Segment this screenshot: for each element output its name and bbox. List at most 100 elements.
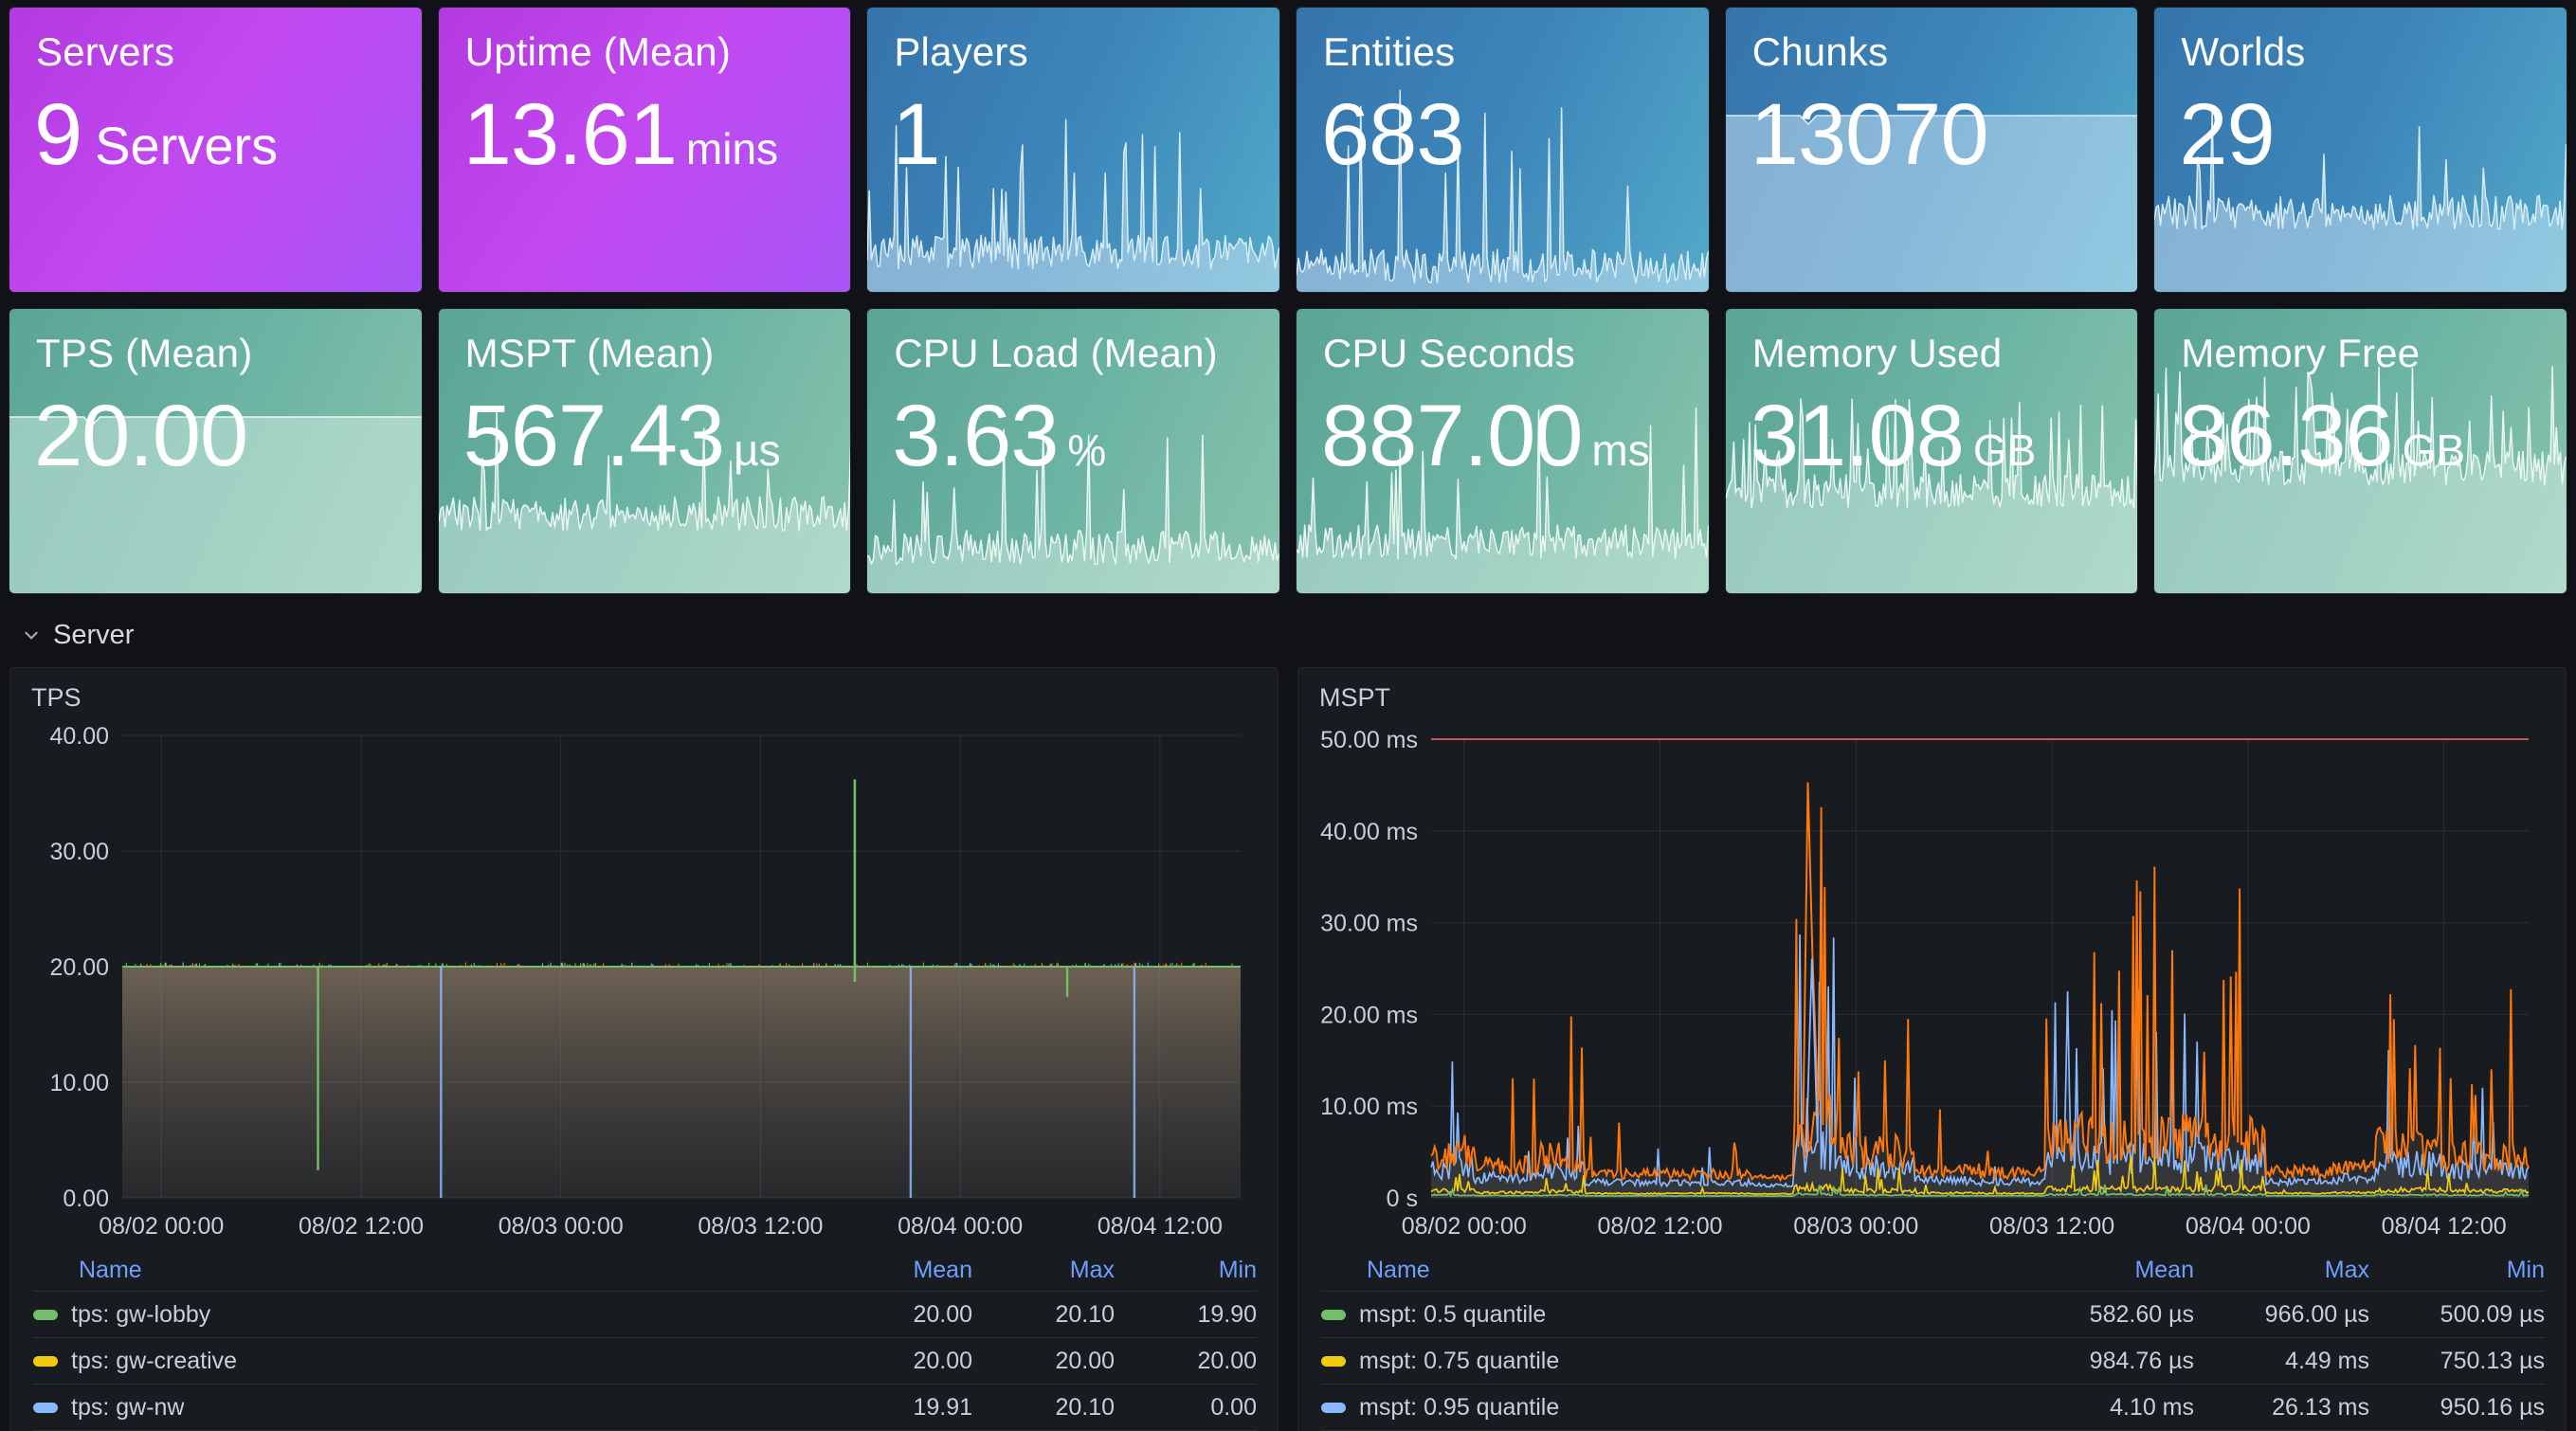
stat-panel-worlds[interactable]: Worlds 29 bbox=[2154, 8, 2567, 292]
stat-title: Uptime (Mean) bbox=[464, 29, 732, 74]
series-color-swatch[interactable] bbox=[1321, 1402, 1346, 1413]
series-color-swatch[interactable] bbox=[33, 1355, 58, 1367]
legend-row[interactable]: tps: gw-creative 20.00 20.00 20.00 bbox=[33, 1337, 1257, 1384]
stat-panel-uptime-mean[interactable]: Uptime (Mean) 13.61 mins bbox=[438, 8, 851, 292]
stat-value: 31.08 bbox=[1750, 388, 1965, 484]
legend-col-name[interactable]: Name bbox=[1321, 1257, 1430, 1284]
chevron-down-icon bbox=[25, 631, 38, 640]
series-name: tps: gw-lobby bbox=[71, 1300, 211, 1328]
series-color-swatch[interactable] bbox=[1321, 1309, 1346, 1320]
stat-panel-tps-mean[interactable]: TPS (Mean) 20.00 bbox=[9, 309, 422, 593]
legend-col-max[interactable]: Max bbox=[972, 1257, 1115, 1284]
series-max: 20.00 bbox=[1055, 1347, 1115, 1374]
svg-text:0 s: 0 s bbox=[1387, 1186, 1418, 1212]
svg-text:20.00 ms: 20.00 ms bbox=[1320, 1002, 1418, 1028]
stat-panel-memory-used[interactable]: Memory Used 31.08 GB bbox=[1725, 309, 2138, 593]
stat-row-second: TPS (Mean) 20.00 MSPT (Mean) 567.43 µs C… bbox=[9, 309, 2567, 593]
svg-text:08/02 12:00: 08/02 12:00 bbox=[1597, 1213, 1722, 1240]
stat-title: Chunks bbox=[1751, 29, 1889, 74]
series-mean: 19.91 bbox=[913, 1393, 972, 1421]
stat-value-group: 86.36 GB bbox=[2179, 392, 2465, 480]
svg-text:0.00: 0.00 bbox=[63, 1186, 109, 1212]
series-color-swatch[interactable] bbox=[33, 1402, 58, 1413]
legend-row[interactable]: mspt: 0.95 quantile 4.10 ms 26.13 ms 950… bbox=[1321, 1384, 2545, 1430]
graph-row-server: TPS 0.00 10.00 20.00 30.00 40.00 08/02 00:00 0… bbox=[9, 667, 2567, 1431]
legend-col-min[interactable]: Min bbox=[2369, 1257, 2545, 1284]
stat-title: CPU Load (Mean) bbox=[894, 331, 1218, 375]
stat-unit: mins bbox=[685, 124, 779, 173]
mspt-chart-svg: 0 s 10.00 ms 20.00 ms 30.00 ms 40.00 ms 50.00… bbox=[1320, 727, 2530, 1240]
stat-panel-mspt-mean[interactable]: MSPT (Mean) 567.43 µs bbox=[438, 309, 851, 593]
stat-value-group: 887.00 ms bbox=[1321, 392, 1650, 480]
legend-col-mean[interactable]: Mean bbox=[2019, 1257, 2194, 1284]
series-color-swatch[interactable] bbox=[33, 1309, 58, 1320]
stat-value-group: 1 bbox=[892, 86, 940, 183]
stat-value: 3.63 bbox=[892, 388, 1059, 484]
stat-panel-entities[interactable]: Entities 683 bbox=[1297, 8, 1709, 292]
series-name: tps: gw-nw bbox=[71, 1393, 185, 1421]
series-max: 20.10 bbox=[1055, 1300, 1115, 1328]
stat-value: 86.36 bbox=[2179, 388, 2393, 484]
stat-panel-cpu-seconds[interactable]: CPU Seconds 887.00 ms bbox=[1297, 309, 1709, 593]
series-name: mspt: 0.75 quantile bbox=[1359, 1347, 1560, 1374]
legend-row[interactable]: tps: gw-lobby 20.00 20.10 19.90 bbox=[33, 1291, 1257, 1337]
svg-text:50.00 ms: 50.00 ms bbox=[1320, 727, 1418, 753]
panel-mspt-legend: Name Mean Max Min mspt: 0.5 quantile 582… bbox=[1298, 1249, 2566, 1431]
series-mean: 4.10 ms bbox=[2110, 1393, 2194, 1421]
svg-text:08/04 12:00: 08/04 12:00 bbox=[2382, 1213, 2507, 1240]
stat-value-group: 31.08 GB bbox=[1751, 392, 2037, 480]
stat-value-group: 29 bbox=[2179, 91, 2275, 178]
panel-mspt-plot[interactable]: 0 s 10.00 ms 20.00 ms 30.00 ms 40.00 ms 50.00… bbox=[1298, 718, 2566, 1249]
stat-panel-servers[interactable]: Servers 9 Servers bbox=[9, 8, 422, 292]
series-min: 20.00 bbox=[1197, 1347, 1257, 1374]
stat-title: MSPT (Mean) bbox=[464, 331, 715, 375]
stat-value: 887.00 bbox=[1321, 388, 1583, 484]
stat-panel-cpu-load-mean[interactable]: CPU Load (Mean) 3.63 % bbox=[867, 309, 1280, 593]
row-section-server[interactable]: Server bbox=[9, 608, 2567, 661]
stat-unit: % bbox=[1067, 426, 1107, 475]
stat-value: 13.61 bbox=[463, 86, 678, 183]
series-mean: 984.76 µs bbox=[2089, 1347, 2194, 1374]
stat-panel-chunks[interactable]: Chunks 13070 bbox=[1725, 8, 2138, 292]
panel-mspt: MSPT 0 s 10.00 ms 20.00 ms 30.00 ms 40.00 ms… bbox=[1297, 667, 2567, 1431]
row-section-title: Server bbox=[53, 619, 135, 650]
series-mean: 20.00 bbox=[913, 1300, 972, 1328]
legend-row[interactable]: mspt: 0.5 quantile 582.60 µs 966.00 µs 5… bbox=[1321, 1291, 2545, 1337]
svg-text:08/02 00:00: 08/02 00:00 bbox=[99, 1213, 224, 1240]
stat-value: 1 bbox=[892, 86, 940, 183]
stat-title: Players bbox=[894, 29, 1028, 74]
svg-text:08/03 12:00: 08/03 12:00 bbox=[698, 1213, 823, 1240]
stat-value-group: 20.00 bbox=[34, 388, 248, 484]
legend-col-max[interactable]: Max bbox=[2194, 1257, 2369, 1284]
stat-value: 20.00 bbox=[34, 388, 248, 484]
legend-col-name[interactable]: Name bbox=[33, 1257, 142, 1284]
stat-value-group: 3.63 % bbox=[892, 392, 1106, 480]
series-max: 4.49 ms bbox=[2285, 1347, 2369, 1374]
series-min: 0.00 bbox=[1210, 1393, 1257, 1421]
stat-value-group: 13070 bbox=[1751, 91, 1989, 178]
stat-unit: µs bbox=[734, 426, 781, 475]
stat-panel-memory-free[interactable]: Memory Free 86.36 GB bbox=[2154, 309, 2567, 593]
legend-col-min[interactable]: Min bbox=[1115, 1257, 1257, 1284]
stat-panel-players[interactable]: Players 1 bbox=[867, 8, 1280, 292]
svg-text:10.00: 10.00 bbox=[49, 1070, 109, 1096]
series-name: mspt: 0.5 quantile bbox=[1359, 1300, 1547, 1328]
series-max: 20.10 bbox=[1055, 1393, 1115, 1421]
svg-text:10.00 ms: 10.00 ms bbox=[1320, 1094, 1418, 1120]
svg-text:08/04 12:00: 08/04 12:00 bbox=[1098, 1213, 1223, 1240]
series-color-swatch[interactable] bbox=[1321, 1355, 1346, 1367]
svg-text:20.00: 20.00 bbox=[49, 954, 109, 981]
series-min: 500.09 µs bbox=[2440, 1300, 2545, 1328]
legend-header-row: Name Mean Max Min bbox=[33, 1249, 1257, 1291]
legend-row[interactable]: tps: gw-nw 19.91 20.10 0.00 bbox=[33, 1384, 1257, 1430]
stat-value: 683 bbox=[1321, 86, 1464, 183]
series-max: 26.13 ms bbox=[2272, 1393, 2369, 1421]
series-name: mspt: 0.95 quantile bbox=[1359, 1393, 1560, 1421]
series-name: tps: gw-creative bbox=[71, 1347, 238, 1374]
legend-col-mean[interactable]: Mean bbox=[830, 1257, 972, 1284]
legend-row[interactable]: mspt: 0.75 quantile 984.76 µs 4.49 ms 75… bbox=[1321, 1337, 2545, 1384]
panel-tps-plot[interactable]: 0.00 10.00 20.00 30.00 40.00 08/02 00:00 08/02… bbox=[10, 718, 1278, 1249]
stat-value-group: 683 bbox=[1321, 91, 1464, 178]
panel-mspt-title: MSPT bbox=[1319, 683, 1391, 712]
panel-tps-legend: Name Mean Max Min tps: gw-lobby 20.00 20… bbox=[10, 1249, 1278, 1431]
